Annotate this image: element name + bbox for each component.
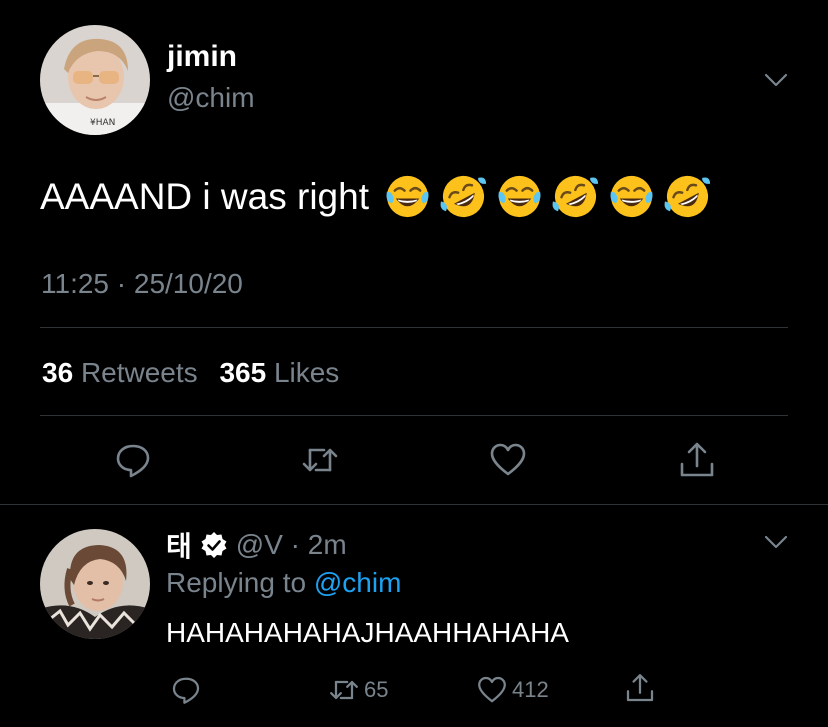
author-avatar[interactable]: ¥HAN (40, 25, 150, 135)
divider (40, 415, 788, 416)
author-handle[interactable]: @chim (167, 82, 255, 114)
retweet-count[interactable]: 36 (42, 357, 73, 388)
reply-like-count: 412 (512, 677, 549, 702)
rolling-on-the-floor-laughing-icon (440, 175, 487, 218)
retweet-icon (302, 448, 338, 472)
retweet-label[interactable]: Retweets (81, 357, 198, 388)
author-name[interactable]: jimin (167, 40, 237, 74)
reply-author-name[interactable]: 태 (166, 525, 192, 565)
share-icon (626, 674, 654, 702)
tweet-text: AAAAND i was right (40, 172, 712, 221)
like-count[interactable]: 365 (219, 357, 266, 388)
retweet-button[interactable] (300, 440, 340, 485)
face-with-tears-of-joy-icon (610, 175, 653, 218)
reply-icon (172, 677, 200, 704)
share-button[interactable] (677, 440, 717, 485)
reply-like-button[interactable]: 412 (476, 674, 549, 706)
replying-to: Replying to @chim (166, 567, 401, 599)
svg-text:¥HAN: ¥HAN (90, 118, 115, 128)
like-label[interactable]: Likes (274, 357, 339, 388)
reply-button[interactable] (113, 440, 153, 485)
reply-retweet-button[interactable]: 65 (328, 674, 388, 706)
verified-badge-icon (201, 532, 227, 558)
reply-author-avatar[interactable] (40, 529, 150, 639)
like-icon (478, 676, 506, 703)
replying-to-mention[interactable]: @chim (314, 567, 402, 598)
reply-text: HAHAHAHAHAJHAAHHAHAHA (166, 617, 569, 648)
rolling-on-the-floor-laughing-icon (552, 175, 599, 218)
divider (40, 327, 788, 328)
face-with-tears-of-joy-icon (498, 175, 541, 218)
section-divider (0, 504, 828, 505)
like-icon (490, 443, 526, 476)
rolling-on-the-floor-laughing-icon (664, 175, 711, 218)
reply-header: 태 @V · 2m (166, 525, 347, 565)
reply-share-button[interactable] (624, 672, 660, 704)
reply-options-chevron-icon[interactable] (764, 534, 788, 555)
reply-icon (116, 444, 150, 478)
like-button[interactable] (488, 440, 528, 485)
face-with-tears-of-joy-icon (386, 175, 429, 218)
reply-retweet-count: 65 (364, 677, 389, 702)
retweet-icon (330, 680, 358, 700)
tweet-stats: 36 Retweets 365 Likes (42, 357, 353, 389)
tweet-options-chevron-icon[interactable] (764, 72, 788, 93)
reply-reply-button[interactable] (170, 674, 206, 706)
emoji-row (383, 172, 712, 221)
share-icon (680, 442, 714, 477)
replying-to-prefix: Replying to (166, 567, 307, 598)
reply-handle-time[interactable]: @V · 2m (236, 529, 347, 561)
tweet-timestamp[interactable]: 11:25 · 25/10/20 (41, 268, 243, 300)
tweet-text-content: AAAAND i was right (40, 175, 369, 217)
